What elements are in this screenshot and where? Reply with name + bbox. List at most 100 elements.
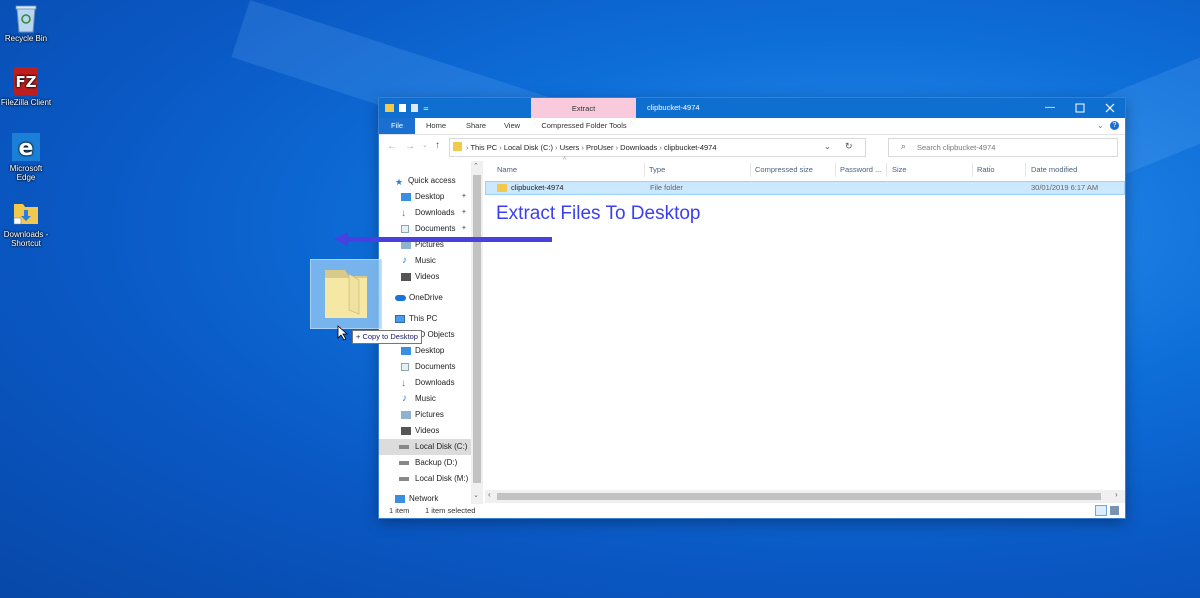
- column-divider[interactable]: [886, 163, 887, 177]
- search-placeholder: Search clipbucket-4974: [917, 143, 996, 152]
- file-name: clipbucket-4974: [511, 183, 564, 192]
- desktop-icon-edge[interactable]: e Microsoft Edge: [0, 132, 52, 182]
- column-header-name[interactable]: Name: [497, 161, 517, 179]
- pin-icon[interactable]: ✦: [461, 221, 467, 237]
- forward-arrow-icon[interactable]: →: [405, 141, 415, 152]
- pictures-icon: [401, 241, 411, 249]
- recent-chevron-icon[interactable]: ⌄: [422, 141, 428, 149]
- status-bar: 1 item 1 item selected: [379, 504, 1125, 518]
- column-divider[interactable]: [1025, 163, 1026, 177]
- videos-icon: [401, 427, 411, 435]
- sort-indicator-icon: ^: [563, 157, 567, 164]
- nav-quick-access[interactable]: ★ Quick access: [379, 173, 483, 189]
- nav-quick-documents[interactable]: Documents ✦: [379, 221, 483, 237]
- nav-this-pc[interactable]: This PC: [379, 311, 483, 327]
- desktop-icon-downloads-shortcut[interactable]: Downloads - Shortcut: [0, 198, 52, 248]
- nav-quick-videos[interactable]: Videos: [379, 269, 483, 285]
- column-divider[interactable]: [972, 163, 973, 177]
- pin-icon[interactable]: ✦: [461, 189, 467, 205]
- folder-icon: [453, 142, 462, 151]
- breadcrumb-local-disk[interactable]: Local Disk (C:): [504, 143, 553, 152]
- drag-tooltip: + Copy to Desktop: [352, 330, 422, 344]
- title-bar[interactable]: = Extract clipbucket-4974 —: [379, 98, 1125, 119]
- nav-pc-local-disk-m[interactable]: Local Disk (M:): [379, 471, 483, 487]
- star-icon: ★: [395, 177, 404, 187]
- breadcrumb-this-pc[interactable]: This PC: [470, 143, 497, 152]
- desktop-icon: [401, 193, 411, 201]
- scroll-right-icon[interactable]: ›: [1115, 490, 1118, 499]
- breadcrumb: › This PC › Local Disk (C:) › Users › Pr…: [466, 143, 717, 152]
- nav-pc-local-disk-c[interactable]: Local Disk (C:): [379, 439, 483, 455]
- nav-pc-music[interactable]: ♪ Music: [379, 391, 483, 407]
- breadcrumb-prouser[interactable]: ProUser: [586, 143, 614, 152]
- scroll-left-icon[interactable]: ‹: [488, 490, 491, 499]
- desktop-icon-label: Downloads - Shortcut: [3, 230, 49, 248]
- file-row-selected[interactable]: clipbucket-4974 File folder 30/01/2019 6…: [485, 181, 1125, 195]
- downloads-icon: ↓: [401, 208, 406, 219]
- file-type: File folder: [650, 183, 683, 192]
- annotation-label: Extract Files To Desktop: [496, 203, 701, 224]
- nav-pc-backup-d[interactable]: Backup (D:): [379, 455, 483, 471]
- tab-view[interactable]: View: [497, 118, 527, 134]
- chevron-down-icon[interactable]: ⌄: [824, 142, 831, 151]
- tab-home[interactable]: Home: [419, 118, 453, 134]
- nav-pc-desktop[interactable]: Desktop: [379, 343, 483, 359]
- nav-quick-downloads[interactable]: ↓ Downloads ✦: [379, 205, 483, 221]
- column-header-type[interactable]: Type: [649, 161, 665, 179]
- close-button[interactable]: [1095, 98, 1125, 118]
- desktop-icon-label: FileZilla Client: [0, 98, 52, 107]
- tab-compressed-folder-tools[interactable]: Compressed Folder Tools: [532, 118, 636, 134]
- tab-file[interactable]: File: [379, 118, 415, 134]
- scroll-up-icon[interactable]: ⌃: [473, 162, 479, 170]
- help-icon[interactable]: ?: [1110, 121, 1119, 130]
- address-bar[interactable]: › This PC › Local Disk (C:) › Users › Pr…: [449, 138, 866, 157]
- column-divider[interactable]: [750, 163, 751, 177]
- scroll-thumb[interactable]: [497, 493, 1101, 500]
- back-arrow-icon[interactable]: ←: [387, 141, 397, 152]
- nav-quick-music[interactable]: ♪ Music: [379, 253, 483, 269]
- column-divider[interactable]: [835, 163, 836, 177]
- breadcrumb-downloads[interactable]: Downloads: [620, 143, 657, 152]
- scroll-down-icon[interactable]: ⌄: [473, 491, 479, 499]
- ribbon-tabs: File Home Share View Compressed Folder T…: [379, 118, 1125, 135]
- column-header-compressed-size[interactable]: Compressed size: [755, 161, 813, 179]
- breadcrumb-current[interactable]: clipbucket-4974: [664, 143, 717, 152]
- address-row: ← → ⌄ ↑ › This PC › Local Disk (C:) › Us…: [379, 135, 1125, 159]
- tab-share[interactable]: Share: [459, 118, 493, 134]
- column-header-password[interactable]: Password ...: [840, 161, 881, 179]
- breadcrumb-users[interactable]: Users: [560, 143, 580, 152]
- refresh-icon[interactable]: ↻: [845, 141, 853, 152]
- scroll-thumb[interactable]: [473, 175, 481, 483]
- pin-icon[interactable]: ✦: [461, 205, 467, 221]
- nav-pc-pictures[interactable]: Pictures: [379, 407, 483, 423]
- search-box[interactable]: ⌕ Search clipbucket-4974: [888, 138, 1118, 157]
- nav-scrollbar[interactable]: ⌃ ⌄: [471, 161, 483, 504]
- details-view-icon[interactable]: [1095, 505, 1107, 516]
- minimize-button[interactable]: —: [1035, 98, 1065, 118]
- column-header-ratio[interactable]: Ratio: [977, 161, 995, 179]
- column-header-date-modified[interactable]: Date modified: [1031, 161, 1077, 179]
- nav-pc-videos[interactable]: Videos: [379, 423, 483, 439]
- nav-pc-documents[interactable]: Documents: [379, 359, 483, 375]
- quick-access-toolbar-icon[interactable]: =: [385, 103, 445, 113]
- up-arrow-icon[interactable]: ↑: [435, 140, 440, 151]
- large-icons-view-icon[interactable]: [1110, 506, 1119, 515]
- nav-network[interactable]: Network: [379, 491, 483, 504]
- music-icon: ♪: [402, 393, 407, 404]
- maximize-button[interactable]: [1065, 98, 1095, 118]
- nav-pc-downloads[interactable]: ↓ Downloads: [379, 375, 483, 391]
- column-header-size[interactable]: Size: [892, 161, 907, 179]
- contextual-tab-extract[interactable]: Extract: [531, 98, 636, 119]
- desktop-icon-filezilla[interactable]: FZ FileZilla Client: [0, 66, 52, 107]
- desktop-icon-recycle-bin[interactable]: Recycle Bin: [0, 2, 52, 43]
- status-selected-count: 1 item selected: [425, 506, 476, 515]
- window-title: clipbucket-4974: [647, 103, 700, 112]
- nav-onedrive[interactable]: OneDrive: [379, 290, 483, 306]
- recycle-bin-icon: [11, 2, 41, 33]
- chevron-down-icon[interactable]: ⌄: [1097, 121, 1104, 130]
- column-divider[interactable]: [644, 163, 645, 177]
- horizontal-scrollbar[interactable]: ‹ ›: [485, 490, 1125, 503]
- desktop-icon: [401, 347, 411, 355]
- arrow-head-icon: [334, 232, 348, 246]
- nav-quick-desktop[interactable]: Desktop ✦: [379, 189, 483, 205]
